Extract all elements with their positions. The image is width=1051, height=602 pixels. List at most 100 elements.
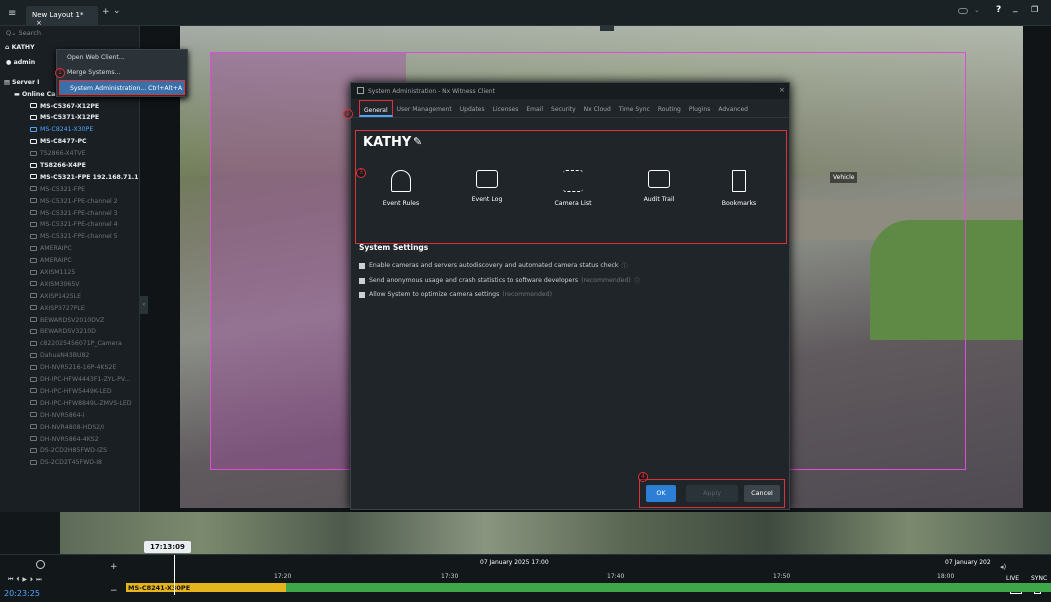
camera-item[interactable]: MS-C5321-FPE 192.168.71.1...: [30, 172, 139, 184]
autodiscovery-checkbox[interactable]: Enable cameras and servers autodiscovery…: [359, 261, 779, 270]
close-dialog-icon[interactable]: ×: [779, 86, 785, 94]
camera-item[interactable]: MS-C8477-PC: [30, 136, 139, 148]
camera-item[interactable]: MS-C5367-X12PE: [30, 101, 139, 113]
playback-cursor[interactable]: [174, 555, 175, 595]
camera-icon: [30, 352, 37, 358]
marker-1: 1: [55, 68, 65, 78]
speed-knob-icon[interactable]: [36, 560, 45, 569]
ok-button[interactable]: OK: [646, 485, 676, 502]
skip-forward-icon[interactable]: ⏭: [36, 576, 44, 583]
collapse-top-icon[interactable]: [600, 26, 614, 31]
camera-item[interactable]: DH-NVR5864-I: [30, 410, 139, 422]
camera-item[interactable]: MS-C5321-FPE-channel 2: [30, 196, 139, 208]
audit-trail-tile[interactable]: Audit Trail: [619, 170, 699, 203]
main-menu-icon[interactable]: ≡: [8, 8, 16, 19]
camera-item[interactable]: AXISM3065V: [30, 279, 139, 291]
clock: 20:23:25: [4, 589, 40, 598]
list-icon: [563, 170, 583, 192]
search-placeholder: Search: [18, 29, 41, 37]
camera-item[interactable]: AXISM1125: [30, 267, 139, 279]
camera-label: MS-C5321-FPE-channel 4: [40, 221, 118, 229]
help-button[interactable]: ?: [996, 5, 1001, 15]
camera-item[interactable]: DS-2CD2H85FWD-IZS: [30, 445, 139, 457]
tab-routing[interactable]: Routing: [654, 100, 685, 117]
camera-icon: [30, 317, 37, 323]
edit-name-icon[interactable]: ✎: [413, 135, 422, 148]
tab-general[interactable]: General: [359, 100, 393, 117]
event-rules-tile[interactable]: Event Rules: [361, 170, 441, 207]
tab-plugins[interactable]: Plugins: [685, 100, 715, 117]
tab-email[interactable]: Email: [522, 100, 547, 117]
camera-icon: [30, 210, 37, 216]
tab-list-icon[interactable]: ⌄: [113, 6, 121, 16]
camera-label: MS-C8477-PC: [40, 138, 87, 146]
statistics-checkbox[interactable]: Send anonymous usage and crash statistic…: [359, 276, 779, 285]
camera-item[interactable]: DS-2CD2T45FWD-I8: [30, 457, 139, 469]
camera-item[interactable]: DH-IPC-HFW5449K-LED: [30, 386, 139, 398]
camera-item[interactable]: DH-NVR5216-16P-4KS2E: [30, 362, 139, 374]
menu-item-system-administration[interactable]: System Administration... Ctrl+Alt+A: [59, 80, 185, 95]
zoom-in-icon[interactable]: +: [110, 562, 118, 572]
camera-item[interactable]: BEWARDSV3210D: [30, 326, 139, 338]
add-tab-icon[interactable]: +: [102, 7, 110, 17]
sync-button[interactable]: SYNC: [1031, 575, 1047, 582]
camera-item[interactable]: MS-C8241-X30PE: [30, 124, 139, 136]
date-label: 07 January 2025 17:00: [480, 559, 549, 566]
event-log-tile[interactable]: Event Log: [447, 170, 527, 203]
camera-item[interactable]: MS-C5321-FPE-channel 5: [30, 231, 139, 243]
tab-updates[interactable]: Updates: [456, 100, 489, 117]
playback-controls: ⏮⏴▶⏵⏭: [8, 576, 44, 584]
tab-licenses[interactable]: Licenses: [489, 100, 523, 117]
apply-button[interactable]: Apply: [686, 485, 738, 502]
menu-item-open-web-client[interactable]: Open Web Client...: [57, 50, 187, 65]
event-rules-label: Event Rules: [382, 200, 420, 207]
live-button[interactable]: LIVE: [1006, 575, 1019, 582]
tab-layout[interactable]: New Layout 1* ×: [26, 6, 98, 27]
cancel-button[interactable]: Cancel: [744, 485, 780, 502]
camera-list: MS-C5367-X12PE MS-C5371-X12PE MS-C8241-X30…: [0, 101, 139, 470]
camera-item[interactable]: AMERAIPC: [30, 255, 139, 267]
camera-item[interactable]: TS8266-X4PE: [30, 160, 139, 172]
camera-item[interactable]: DahuaN43BU82: [30, 350, 139, 362]
camera-label: BEWARDSV3210D: [40, 328, 96, 336]
camera-icon: [30, 174, 37, 180]
camera-item[interactable]: MS-C5321-FPE-channel 4: [30, 219, 139, 231]
restore-button[interactable]: ❐: [1031, 5, 1038, 14]
search-field[interactable]: Q⌄ Search: [0, 26, 139, 40]
camera-item[interactable]: AXISP1425LE: [30, 291, 139, 303]
camera-label: DS-2CD2H85FWD-IZS: [40, 447, 108, 455]
camera-item[interactable]: MS-C5321-FPE: [30, 184, 139, 196]
camera-item[interactable]: AMERAIPC: [30, 243, 139, 255]
tab-time-sync[interactable]: Time Sync: [615, 100, 654, 117]
collapse-sidebar-icon[interactable]: ‹: [140, 296, 148, 314]
camera-item[interactable]: MS-C5321-FPE-channel 3: [30, 208, 139, 220]
camera-item[interactable]: c822025456071P_Camera: [30, 338, 139, 350]
menu-item-merge-systems[interactable]: Merge Systems...: [57, 65, 187, 80]
camera-icon: [30, 138, 37, 144]
camera-label: MS-C5321-FPE-channel 5: [40, 233, 118, 241]
cloud-icon[interactable]: [958, 8, 968, 14]
camera-item[interactable]: AXISP3727PLE: [30, 303, 139, 315]
camera-item[interactable]: DH-IPC-HFW8849L-ZMVS-LED: [30, 398, 139, 410]
camera-item[interactable]: DH-IPC-HFW4443F1-ZYL-PV...: [30, 374, 139, 386]
camera-label: DH-NVR5864-4KS2: [40, 435, 99, 443]
camera-item[interactable]: DH-NVR4808-HDS2/I: [30, 422, 139, 434]
cloud-menu-icon[interactable]: ⌄: [974, 6, 980, 14]
volume-icon[interactable]: ◂): [1000, 563, 1006, 571]
optimize-checkbox[interactable]: Allow System to optimize camera settings…: [359, 291, 779, 298]
tab-security[interactable]: Security: [547, 100, 580, 117]
play-icon[interactable]: ▶: [22, 576, 30, 583]
camera-list-tile[interactable]: Camera List: [533, 170, 613, 207]
timeline-thumbnails[interactable]: [60, 512, 1051, 554]
tab-advanced[interactable]: Advanced: [714, 100, 752, 117]
camera-item[interactable]: BEWARDSV2010DVZ: [30, 315, 139, 327]
tab-nx-cloud[interactable]: Nx Cloud: [580, 100, 615, 117]
user-name: admin: [13, 58, 36, 66]
tab-user-management[interactable]: User Management: [393, 100, 456, 117]
camera-item[interactable]: MS-C5371-X12PE: [30, 112, 139, 124]
bookmarks-tile[interactable]: Bookmarks: [699, 170, 779, 207]
camera-item[interactable]: TS2866-X4TVE: [30, 148, 139, 160]
minimize-button[interactable]: _: [1013, 3, 1018, 13]
zoom-out-icon[interactable]: −: [110, 586, 118, 596]
camera-item[interactable]: DH-NVR5864-4KS2: [30, 434, 139, 446]
